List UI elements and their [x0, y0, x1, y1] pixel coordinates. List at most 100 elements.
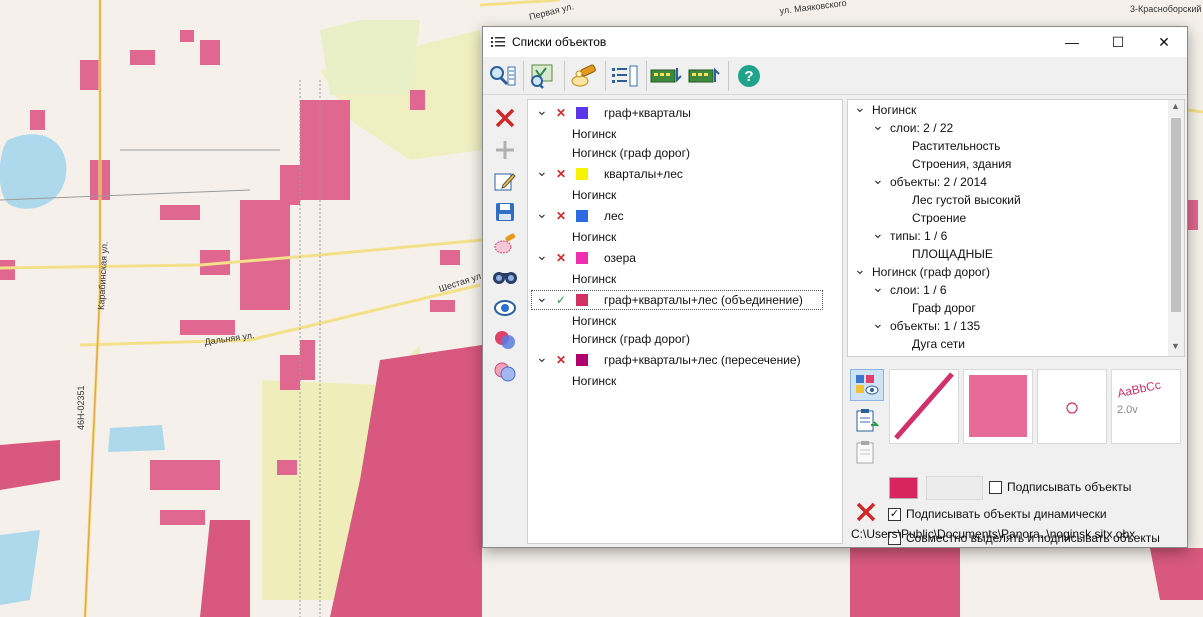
intersection-icon [494, 362, 516, 382]
clipboard-icon [856, 409, 880, 432]
help-button[interactable]: ? [732, 60, 766, 92]
x-icon[interactable]: ✕ [556, 249, 566, 267]
highlight-button[interactable] [489, 229, 521, 259]
map-select-icon [531, 64, 553, 89]
list-child-item[interactable]: Ногинск (граф дорог) [572, 330, 690, 348]
scroll-thumb[interactable] [1171, 118, 1181, 312]
edit-icon [494, 173, 516, 191]
x-icon[interactable]: ✕ [556, 104, 566, 122]
check-icon[interactable]: ✓ [556, 291, 566, 309]
eye-icon [494, 300, 516, 316]
list-name: граф+кварталы+лес (объединение) [604, 292, 803, 307]
list-color-swatch [576, 354, 588, 366]
list-child-item[interactable]: Ногинск [572, 312, 616, 330]
find-button[interactable] [485, 60, 519, 92]
line-style-preview[interactable] [889, 369, 959, 444]
details-scrollbar[interactable]: ▲ ▼ [1168, 100, 1184, 356]
highlight-icon [494, 233, 516, 254]
forest-area [850, 548, 960, 617]
list-color-swatch [576, 293, 588, 306]
list-child-item[interactable]: Ногинск [572, 372, 616, 390]
color-swatch[interactable] [889, 477, 918, 499]
chevron-down-icon[interactable]: ⌄ [872, 118, 884, 137]
label-dynamic-checkbox[interactable]: ✓ [888, 508, 901, 521]
list-row[interactable]: ⌄ ✕ лес [528, 206, 842, 225]
label-dynamic-label: Подписывать объекты динамически [906, 507, 1107, 521]
list-name: граф+кварталы+лес (пересечение) [604, 353, 801, 367]
clear-style-button[interactable] [855, 501, 877, 526]
list-child-item[interactable]: Ногинск [572, 186, 616, 204]
list-child-item[interactable]: Ногинск (граф дорог) [572, 144, 690, 162]
export-button[interactable] [649, 60, 683, 92]
list-row[interactable]: ⌄ ✕ озера [528, 248, 842, 267]
close-icon: ✕ [1158, 33, 1170, 50]
x-icon[interactable]: ✕ [556, 207, 566, 225]
map-label: 3-Красноборский [1130, 4, 1201, 14]
list-child-item[interactable]: Ногинск [572, 228, 616, 246]
list-row[interactable]: ⌄ ✕ граф+кварталы [528, 103, 842, 122]
color-value-field[interactable] [926, 476, 983, 500]
svg-text:?: ? [744, 68, 753, 85]
save-icon [496, 203, 514, 221]
paste-style-button[interactable] [853, 439, 883, 467]
list-child-item[interactable]: Ногинск [572, 270, 616, 288]
details-text: Граф дорог [912, 301, 976, 315]
point-style-preview[interactable] [1037, 369, 1107, 444]
flashlight-button[interactable] [567, 60, 601, 92]
chevron-down-icon[interactable]: ⌄ [872, 316, 884, 335]
map-select-button[interactable] [526, 60, 560, 92]
chevron-down-icon[interactable]: ⌄ [536, 164, 548, 183]
style-view-button[interactable] [850, 369, 884, 401]
list-settings-button[interactable] [608, 60, 642, 92]
chevron-down-icon[interactable]: ⌄ [536, 103, 548, 122]
text-style-preview[interactable]: AaBbCc 2.0v [1111, 369, 1181, 444]
list-color-swatch [576, 107, 588, 119]
details-text: Ногинск (граф дорог) [872, 265, 990, 279]
minimize-button[interactable]: — [1049, 27, 1095, 57]
chevron-down-icon[interactable]: ⌄ [536, 350, 548, 369]
find-icon [490, 66, 516, 86]
details-text: Дуга сети [912, 337, 965, 351]
view-button[interactable] [489, 293, 521, 323]
minimize-icon: — [1065, 34, 1079, 50]
fill-style-preview[interactable] [963, 369, 1033, 444]
lists-tree[interactable]: ⌄ ✕ граф+кварталы Ногинск Ногинск (граф доро… [527, 99, 843, 544]
import-button[interactable] [687, 60, 721, 92]
x-icon[interactable]: ✕ [556, 351, 566, 369]
chevron-down-icon[interactable]: ⌄ [854, 262, 866, 281]
text-sample: AaBbCc [1116, 377, 1163, 401]
details-text: объекты: 1 / 135 [890, 319, 981, 333]
chevron-down-icon[interactable]: ⌄ [536, 290, 548, 309]
chevron-down-icon[interactable]: ⌄ [854, 100, 866, 119]
label-objects-checkbox[interactable] [989, 481, 1002, 494]
chevron-down-icon[interactable]: ⌄ [536, 248, 548, 267]
title-bar[interactable]: Списки объектов — ☐ ✕ [483, 27, 1187, 57]
import-icon [688, 67, 720, 83]
copy-style-button[interactable] [853, 407, 883, 435]
style-view-icon [856, 375, 879, 395]
list-row[interactable]: ⌄ ✕ кварталы+лес [528, 164, 842, 183]
list-child-item[interactable]: Ногинск [572, 125, 616, 143]
save-list-button[interactable] [489, 197, 521, 227]
close-button[interactable]: ✕ [1141, 27, 1187, 57]
details-tree[interactable]: Дуга сети ⌄ объекты: 1 / 135 Граф дорог ⌄ сло… [847, 99, 1185, 357]
details-text: ПЛОЩАДНЫЕ [912, 247, 993, 261]
chevron-down-icon[interactable]: ⌄ [536, 206, 548, 225]
delete-list-button[interactable] [489, 103, 521, 133]
x-icon[interactable]: ✕ [556, 165, 566, 183]
add-list-button[interactable] [489, 135, 521, 165]
style-panel: AaBbCc 2.0v Подписывать объекты ✓ Подпис… [847, 363, 1185, 546]
union-button[interactable] [489, 325, 521, 355]
edit-list-button[interactable] [489, 167, 521, 197]
chevron-down-icon[interactable]: ⌄ [872, 226, 884, 245]
details-text: слои: 2 / 22 [890, 121, 954, 135]
list-row[interactable]: ⌄ ✓ граф+кварталы+лес (объединение) [531, 289, 823, 310]
delete-icon [495, 108, 515, 128]
search-button[interactable] [489, 261, 521, 291]
chevron-down-icon[interactable]: ⌄ [872, 172, 884, 191]
list-color-swatch [576, 167, 588, 180]
chevron-down-icon[interactable]: ⌄ [872, 280, 884, 299]
list-row[interactable]: ⌄ ✕ граф+кварталы+лес (пересечение) [528, 350, 842, 369]
intersection-button[interactable] [489, 357, 521, 387]
maximize-button[interactable]: ☐ [1095, 27, 1141, 57]
